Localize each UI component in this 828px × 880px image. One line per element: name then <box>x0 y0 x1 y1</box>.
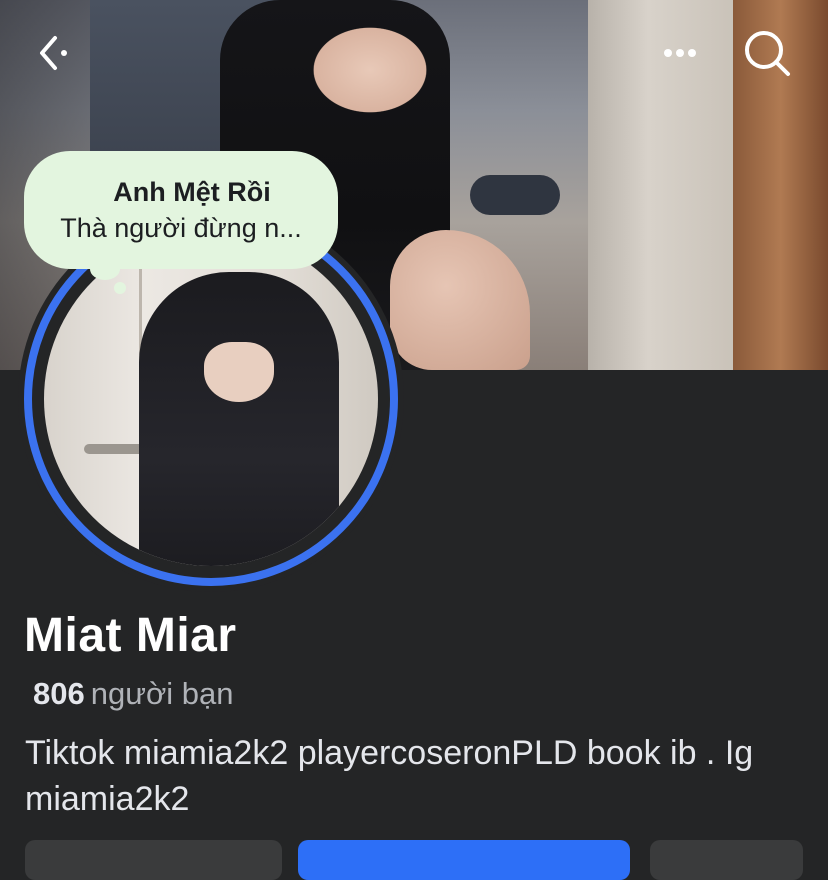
profile-bio: Tiktok miamia2k2 playercoseronPLD book i… <box>25 734 754 818</box>
avatar[interactable] <box>44 232 378 566</box>
back-button[interactable] <box>28 28 78 78</box>
primary-action-button[interactable] <box>298 840 630 880</box>
avatar-skin-shape <box>204 342 274 402</box>
note-text: Thà người đừng n... <box>60 213 302 243</box>
secondary-action-button[interactable] <box>25 840 282 880</box>
search-button[interactable] <box>742 28 792 78</box>
chevron-left-icon <box>40 36 67 70</box>
avatar-door-handle <box>84 444 144 454</box>
cover-figure-leg-shape <box>390 230 530 370</box>
search-icon <box>745 31 790 76</box>
note-title: Anh Mệt Rồi <box>113 177 271 207</box>
more-horizontal-icon <box>664 49 696 57</box>
friends-count-number: 806 <box>33 676 85 711</box>
cover-armrest-shape <box>470 175 560 215</box>
friends-count[interactable]: 806 người bạn <box>33 676 234 712</box>
note-bubble[interactable]: Anh Mệt Rồi Thà người đừng n... <box>24 151 338 269</box>
note-bubble-tail-small <box>114 282 126 294</box>
friends-count-label: người bạn <box>90 676 234 711</box>
more-action-button[interactable] <box>650 840 803 880</box>
profile-name: Miat Miar <box>24 609 237 662</box>
avatar-person-shape <box>139 272 339 566</box>
more-options-button[interactable] <box>655 28 705 78</box>
